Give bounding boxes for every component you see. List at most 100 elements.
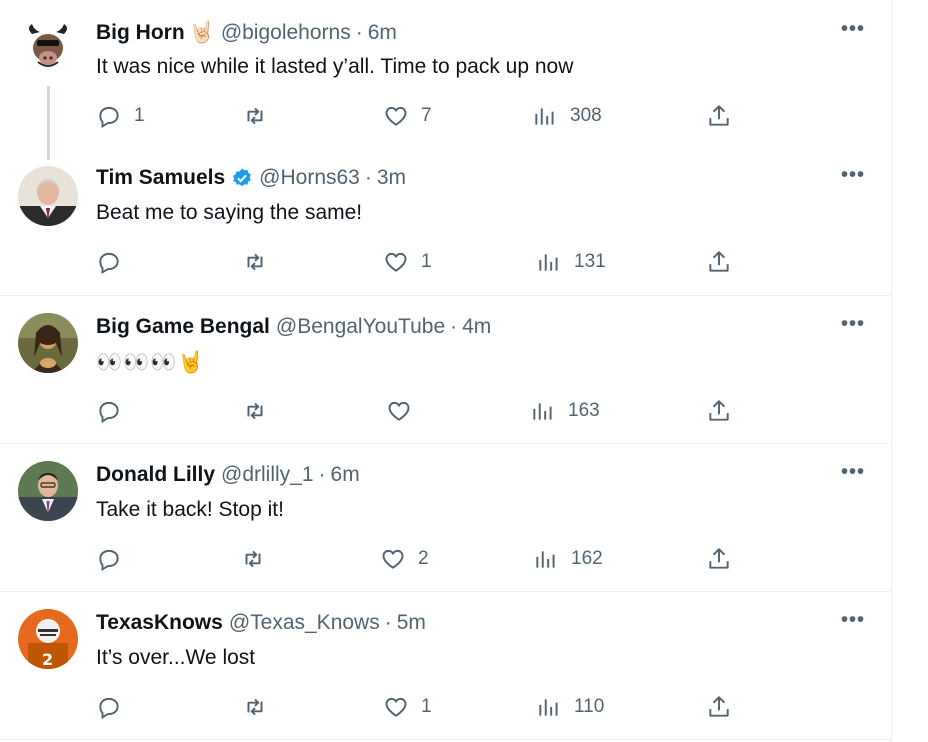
reply-button[interactable] xyxy=(96,691,134,723)
author-name[interactable]: Big Game Bengal xyxy=(96,315,270,339)
author-handle[interactable]: @Horns63 xyxy=(259,166,360,190)
author-handle[interactable]: @drlilly_1 xyxy=(221,463,314,487)
views-icon xyxy=(536,694,562,720)
action-bar: 2 162 xyxy=(96,543,756,575)
separator: · xyxy=(355,20,363,44)
tweet-text: It was nice while it lasted y’all. Time … xyxy=(96,55,574,78)
share-button[interactable] xyxy=(706,100,732,132)
views-icon xyxy=(536,249,562,275)
avatar[interactable]: 2 xyxy=(18,609,78,669)
share-icon xyxy=(706,694,732,720)
like-button[interactable]: 1 xyxy=(383,246,432,278)
author-name[interactable]: Tim Samuels xyxy=(96,166,225,190)
action-bar: 1 131 xyxy=(96,246,756,278)
reply-icon xyxy=(96,103,122,129)
avatar[interactable] xyxy=(18,18,78,78)
author-name[interactable]: Big Horn xyxy=(96,21,185,45)
tweet[interactable]: Big Horn 🤘🏻 @bigolehorns · 6m ••• It was… xyxy=(0,0,891,160)
reply-feed: Big Horn 🤘🏻 @bigolehorns · 6m ••• It was… xyxy=(0,0,892,742)
like-button[interactable] xyxy=(386,395,424,427)
retweet-button[interactable] xyxy=(242,246,280,278)
retweet-button[interactable] xyxy=(240,543,278,575)
views-button[interactable]: 163 xyxy=(530,395,600,427)
tweet[interactable]: Tim Samuels @Horns63 · 3m ••• Beat me to… xyxy=(0,146,891,296)
tweet-text: Beat me to saying the same! xyxy=(96,201,363,224)
tweet-text: It’s over...We lost xyxy=(96,646,256,669)
timestamp[interactable]: 4m xyxy=(462,315,491,339)
more-options-button[interactable]: ••• xyxy=(841,164,865,187)
like-button[interactable]: 1 xyxy=(383,691,432,723)
views-count: 308 xyxy=(570,105,602,126)
reply-button[interactable]: 1 xyxy=(96,100,145,132)
reply-button[interactable] xyxy=(96,246,134,278)
author-handle[interactable]: @Texas_Knows xyxy=(229,611,380,635)
author-handle[interactable]: @bigolehorns xyxy=(221,21,351,45)
retweet-button[interactable] xyxy=(242,100,280,132)
verified-badge-icon xyxy=(231,167,253,189)
reply-icon xyxy=(96,694,122,720)
separator: · xyxy=(384,611,392,634)
retweet-button[interactable] xyxy=(242,691,280,723)
tweet[interactable]: Big Game Bengal @BengalYouTube · 4m ••• … xyxy=(0,295,891,444)
timestamp[interactable]: 3m xyxy=(377,166,406,190)
tweet-text: 👀👀👀🤘 xyxy=(96,350,205,374)
reply-count: 1 xyxy=(134,105,145,126)
action-bar: 1 110 xyxy=(96,691,756,723)
avatar[interactable] xyxy=(18,166,78,226)
reply-icon xyxy=(96,546,122,572)
timestamp[interactable]: 5m xyxy=(397,611,426,635)
author-handle[interactable]: @BengalYouTube xyxy=(276,315,445,339)
author-name[interactable]: Donald Lilly xyxy=(96,463,215,487)
heart-icon xyxy=(383,249,409,275)
reply-icon xyxy=(96,249,122,275)
more-options-button[interactable]: ••• xyxy=(841,18,865,41)
svg-text:2: 2 xyxy=(42,650,53,669)
timestamp[interactable]: 6m xyxy=(368,21,397,45)
tweet-header: Tim Samuels @Horns63 · 3m xyxy=(96,166,406,190)
tweet[interactable]: Donald Lilly @drlilly_1 · 6m ••• Take it… xyxy=(0,443,891,592)
views-icon xyxy=(532,103,558,129)
like-count: 2 xyxy=(418,548,429,569)
views-button[interactable]: 162 xyxy=(533,543,603,575)
action-bar: 1 7 308 xyxy=(96,100,756,132)
views-button[interactable]: 110 xyxy=(536,691,604,723)
views-button[interactable]: 131 xyxy=(536,246,606,278)
reply-button[interactable] xyxy=(96,543,134,575)
more-options-button[interactable]: ••• xyxy=(841,609,865,632)
more-options-button[interactable]: ••• xyxy=(841,313,865,336)
like-count: 7 xyxy=(421,105,432,126)
retweet-icon xyxy=(240,546,266,572)
views-count: 162 xyxy=(571,548,603,569)
share-button[interactable] xyxy=(706,691,732,723)
separator: · xyxy=(450,315,458,338)
tweet-text: Take it back! Stop it! xyxy=(96,498,284,521)
share-icon xyxy=(706,103,732,129)
retweet-icon xyxy=(242,694,268,720)
reply-button[interactable] xyxy=(96,395,134,427)
author-name[interactable]: TexasKnows xyxy=(96,611,223,635)
retweet-button[interactable] xyxy=(242,395,280,427)
share-button[interactable] xyxy=(706,395,732,427)
share-button[interactable] xyxy=(706,246,732,278)
views-button[interactable]: 308 xyxy=(532,100,602,132)
like-button[interactable]: 7 xyxy=(383,100,432,132)
heart-icon xyxy=(380,546,406,572)
retweet-icon xyxy=(242,249,268,275)
share-button[interactable] xyxy=(706,543,732,575)
tweet[interactable]: 2 TexasKnows @Texas_Knows · 5m ••• It’s … xyxy=(0,591,891,740)
like-button[interactable]: 2 xyxy=(380,543,429,575)
avatar[interactable] xyxy=(18,313,78,373)
like-count: 1 xyxy=(421,251,432,272)
views-count: 163 xyxy=(568,400,600,421)
share-icon xyxy=(706,546,732,572)
heart-icon xyxy=(383,694,409,720)
timestamp[interactable]: 6m xyxy=(331,463,360,487)
separator: · xyxy=(364,166,372,189)
avatar[interactable] xyxy=(18,461,78,521)
views-count: 131 xyxy=(574,251,606,272)
like-count: 1 xyxy=(421,696,432,717)
tweet-header: Donald Lilly @drlilly_1 · 6m xyxy=(96,463,360,487)
more-options-button[interactable]: ••• xyxy=(841,461,865,484)
tweet-header: TexasKnows @Texas_Knows · 5m xyxy=(96,611,426,635)
retweet-icon xyxy=(242,398,268,424)
